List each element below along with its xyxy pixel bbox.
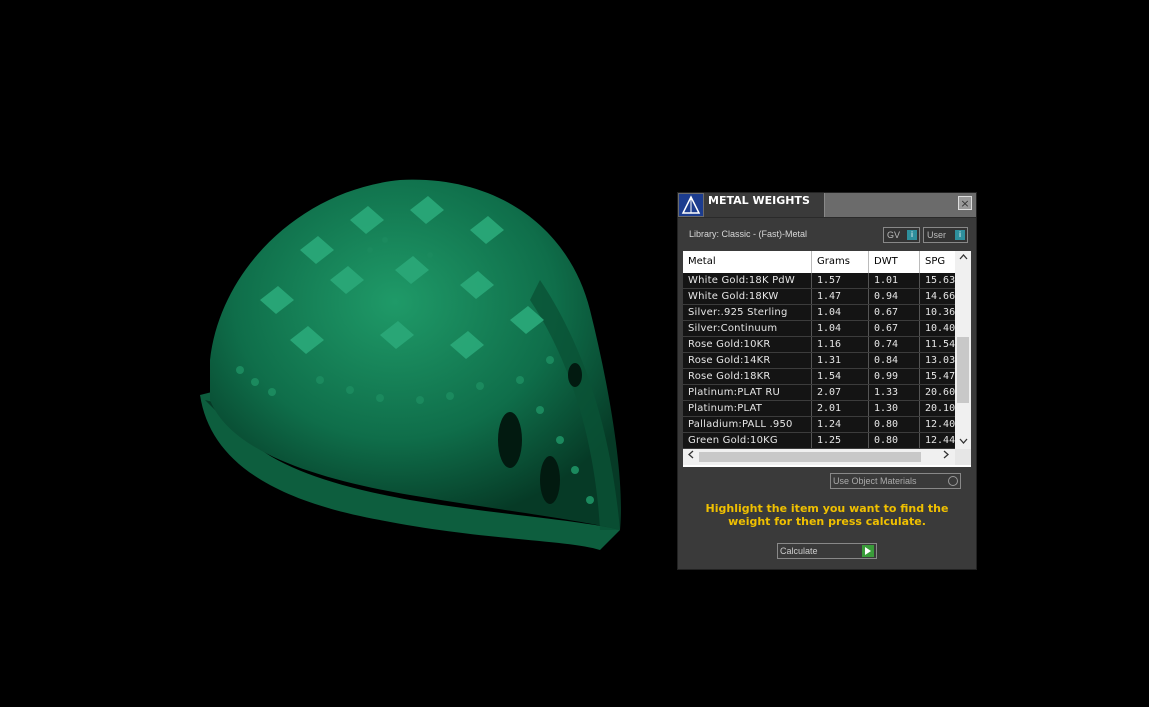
- header-grams[interactable]: Grams: [812, 251, 869, 273]
- play-icon: [862, 545, 874, 557]
- grams-cell: 1.16: [812, 337, 869, 352]
- gv-label: GV: [887, 230, 901, 240]
- metal-cell: Rose Gold:14KR: [683, 353, 812, 368]
- horizontal-scrollbar[interactable]: [683, 449, 955, 465]
- table-row[interactable]: Platinum:PLAT 2.01 1.30 20.10: [683, 401, 955, 417]
- grams-cell: 1.04: [812, 305, 869, 320]
- metal-cell: Rose Gold:18KR: [683, 369, 812, 384]
- header-metal[interactable]: Metal: [683, 251, 812, 273]
- spg-cell: 15.63: [925, 275, 955, 286]
- panel-title: METAL WEIGHTS: [708, 194, 810, 207]
- metal-cell: Green Gold:10KG: [683, 433, 812, 448]
- metal-table[interactable]: Metal Grams DWT SPG White Gold:18K PdW 1.…: [683, 251, 971, 467]
- spg-cell: 12.44: [925, 435, 955, 446]
- toggle-knob-icon: [948, 476, 958, 486]
- table-header: Metal Grams DWT SPG: [683, 251, 955, 273]
- use-object-materials-label: Use Object Materials: [833, 476, 917, 486]
- scroll-left-icon[interactable]: [684, 449, 698, 465]
- dwt-cell: 0.80: [869, 417, 920, 432]
- ring-model[interactable]: [180, 160, 640, 560]
- metal-cell: Platinum:PLAT RU: [683, 385, 812, 400]
- table-row[interactable]: Palladium:PALL .950 1.24 0.80 12.40: [683, 417, 955, 433]
- spg-cell: 11.54: [925, 339, 955, 350]
- grams-cell: 1.24: [812, 417, 869, 432]
- grams-cell: 1.04: [812, 321, 869, 336]
- calculate-button[interactable]: Calculate: [777, 543, 877, 559]
- table-row[interactable]: White Gold:18KW 1.47 0.94 14.66: [683, 289, 955, 305]
- metal-cell: Silver:.925 Sterling: [683, 305, 812, 320]
- vertical-scrollbar[interactable]: [955, 251, 971, 449]
- scroll-up-icon[interactable]: [955, 251, 971, 265]
- instruction-text: Highlight the item you want to find the …: [705, 502, 949, 528]
- horizontal-scroll-thumb[interactable]: [699, 452, 921, 462]
- scroll-down-icon[interactable]: [955, 435, 971, 449]
- spg-cell: 10.40: [925, 323, 955, 334]
- spg-cell: 12.40: [925, 419, 955, 430]
- header-spg[interactable]: SPG: [920, 251, 955, 273]
- dwt-cell: 0.67: [869, 305, 920, 320]
- dwt-cell: 0.99: [869, 369, 920, 384]
- grams-cell: 1.47: [812, 289, 869, 304]
- info-icon: i: [907, 230, 917, 240]
- calculate-label: Calculate: [780, 546, 818, 556]
- user-label: User: [927, 230, 947, 240]
- table-row[interactable]: White Gold:18K PdW 1.57 1.01 15.63: [683, 273, 955, 289]
- spg-cell: 20.60: [925, 387, 955, 398]
- dwt-cell: 0.74: [869, 337, 920, 352]
- vertical-scroll-thumb[interactable]: [957, 337, 969, 403]
- table-row[interactable]: Rose Gold:18KR 1.54 0.99 15.47: [683, 369, 955, 385]
- metal-weights-panel: METAL WEIGHTS × Library: Classic - (Fast…: [677, 192, 977, 570]
- grams-cell: 2.01: [812, 401, 869, 416]
- use-object-materials-toggle[interactable]: Use Object Materials: [830, 473, 961, 489]
- library-label: Library: Classic - (Fast)-Metal: [689, 229, 808, 239]
- spg-cell: 10.36: [925, 307, 955, 318]
- grams-cell: 1.31: [812, 353, 869, 368]
- spg-cell: 15.47: [925, 371, 955, 382]
- close-button[interactable]: ×: [958, 196, 972, 210]
- spg-cell: 13.03: [925, 355, 955, 366]
- table-row[interactable]: Rose Gold:10KR 1.16 0.74 11.54: [683, 337, 955, 353]
- metal-cell: Palladium:PALL .950: [683, 417, 812, 432]
- table-row[interactable]: Green Gold:10KG 1.25 0.80 12.44: [683, 433, 955, 449]
- app-logo-icon: [679, 194, 703, 216]
- spg-cell: 14.66: [925, 291, 955, 302]
- table-row[interactable]: Platinum:PLAT RU 2.07 1.33 20.60: [683, 385, 955, 401]
- dwt-cell: 1.33: [869, 385, 920, 400]
- table-row[interactable]: Silver:.925 Sterling 1.04 0.67 10.36: [683, 305, 955, 321]
- gv-library-button[interactable]: GV i: [883, 227, 920, 243]
- title-tab: METAL WEIGHTS: [704, 193, 825, 217]
- panel-titlebar[interactable]: METAL WEIGHTS ×: [678, 193, 976, 218]
- metal-cell: White Gold:18K PdW: [683, 273, 812, 288]
- spg-cell: 20.10: [925, 403, 955, 414]
- table-body: White Gold:18K PdW 1.57 1.01 15.63 White Gol…: [683, 273, 955, 449]
- grams-cell: 1.57: [812, 273, 869, 288]
- metal-cell: Rose Gold:10KR: [683, 337, 812, 352]
- dwt-cell: 0.80: [869, 433, 920, 448]
- scroll-right-icon[interactable]: [939, 449, 953, 465]
- user-library-button[interactable]: User i: [923, 227, 968, 243]
- grams-cell: 1.25: [812, 433, 869, 448]
- dwt-cell: 0.84: [869, 353, 920, 368]
- table-row[interactable]: Rose Gold:14KR 1.31 0.84 13.03: [683, 353, 955, 369]
- info-icon: i: [955, 230, 965, 240]
- dwt-cell: 1.30: [869, 401, 920, 416]
- metal-cell: White Gold:18KW: [683, 289, 812, 304]
- scroll-corner: [955, 449, 971, 465]
- grams-cell: 2.07: [812, 385, 869, 400]
- metal-cell: Platinum:PLAT: [683, 401, 812, 416]
- header-dwt[interactable]: DWT: [869, 251, 920, 273]
- grams-cell: 1.54: [812, 369, 869, 384]
- metal-cell: Silver:Continuum: [683, 321, 812, 336]
- dwt-cell: 0.67: [869, 321, 920, 336]
- table-row[interactable]: Silver:Continuum 1.04 0.67 10.40: [683, 321, 955, 337]
- dwt-cell: 0.94: [869, 289, 920, 304]
- dwt-cell: 1.01: [869, 273, 920, 288]
